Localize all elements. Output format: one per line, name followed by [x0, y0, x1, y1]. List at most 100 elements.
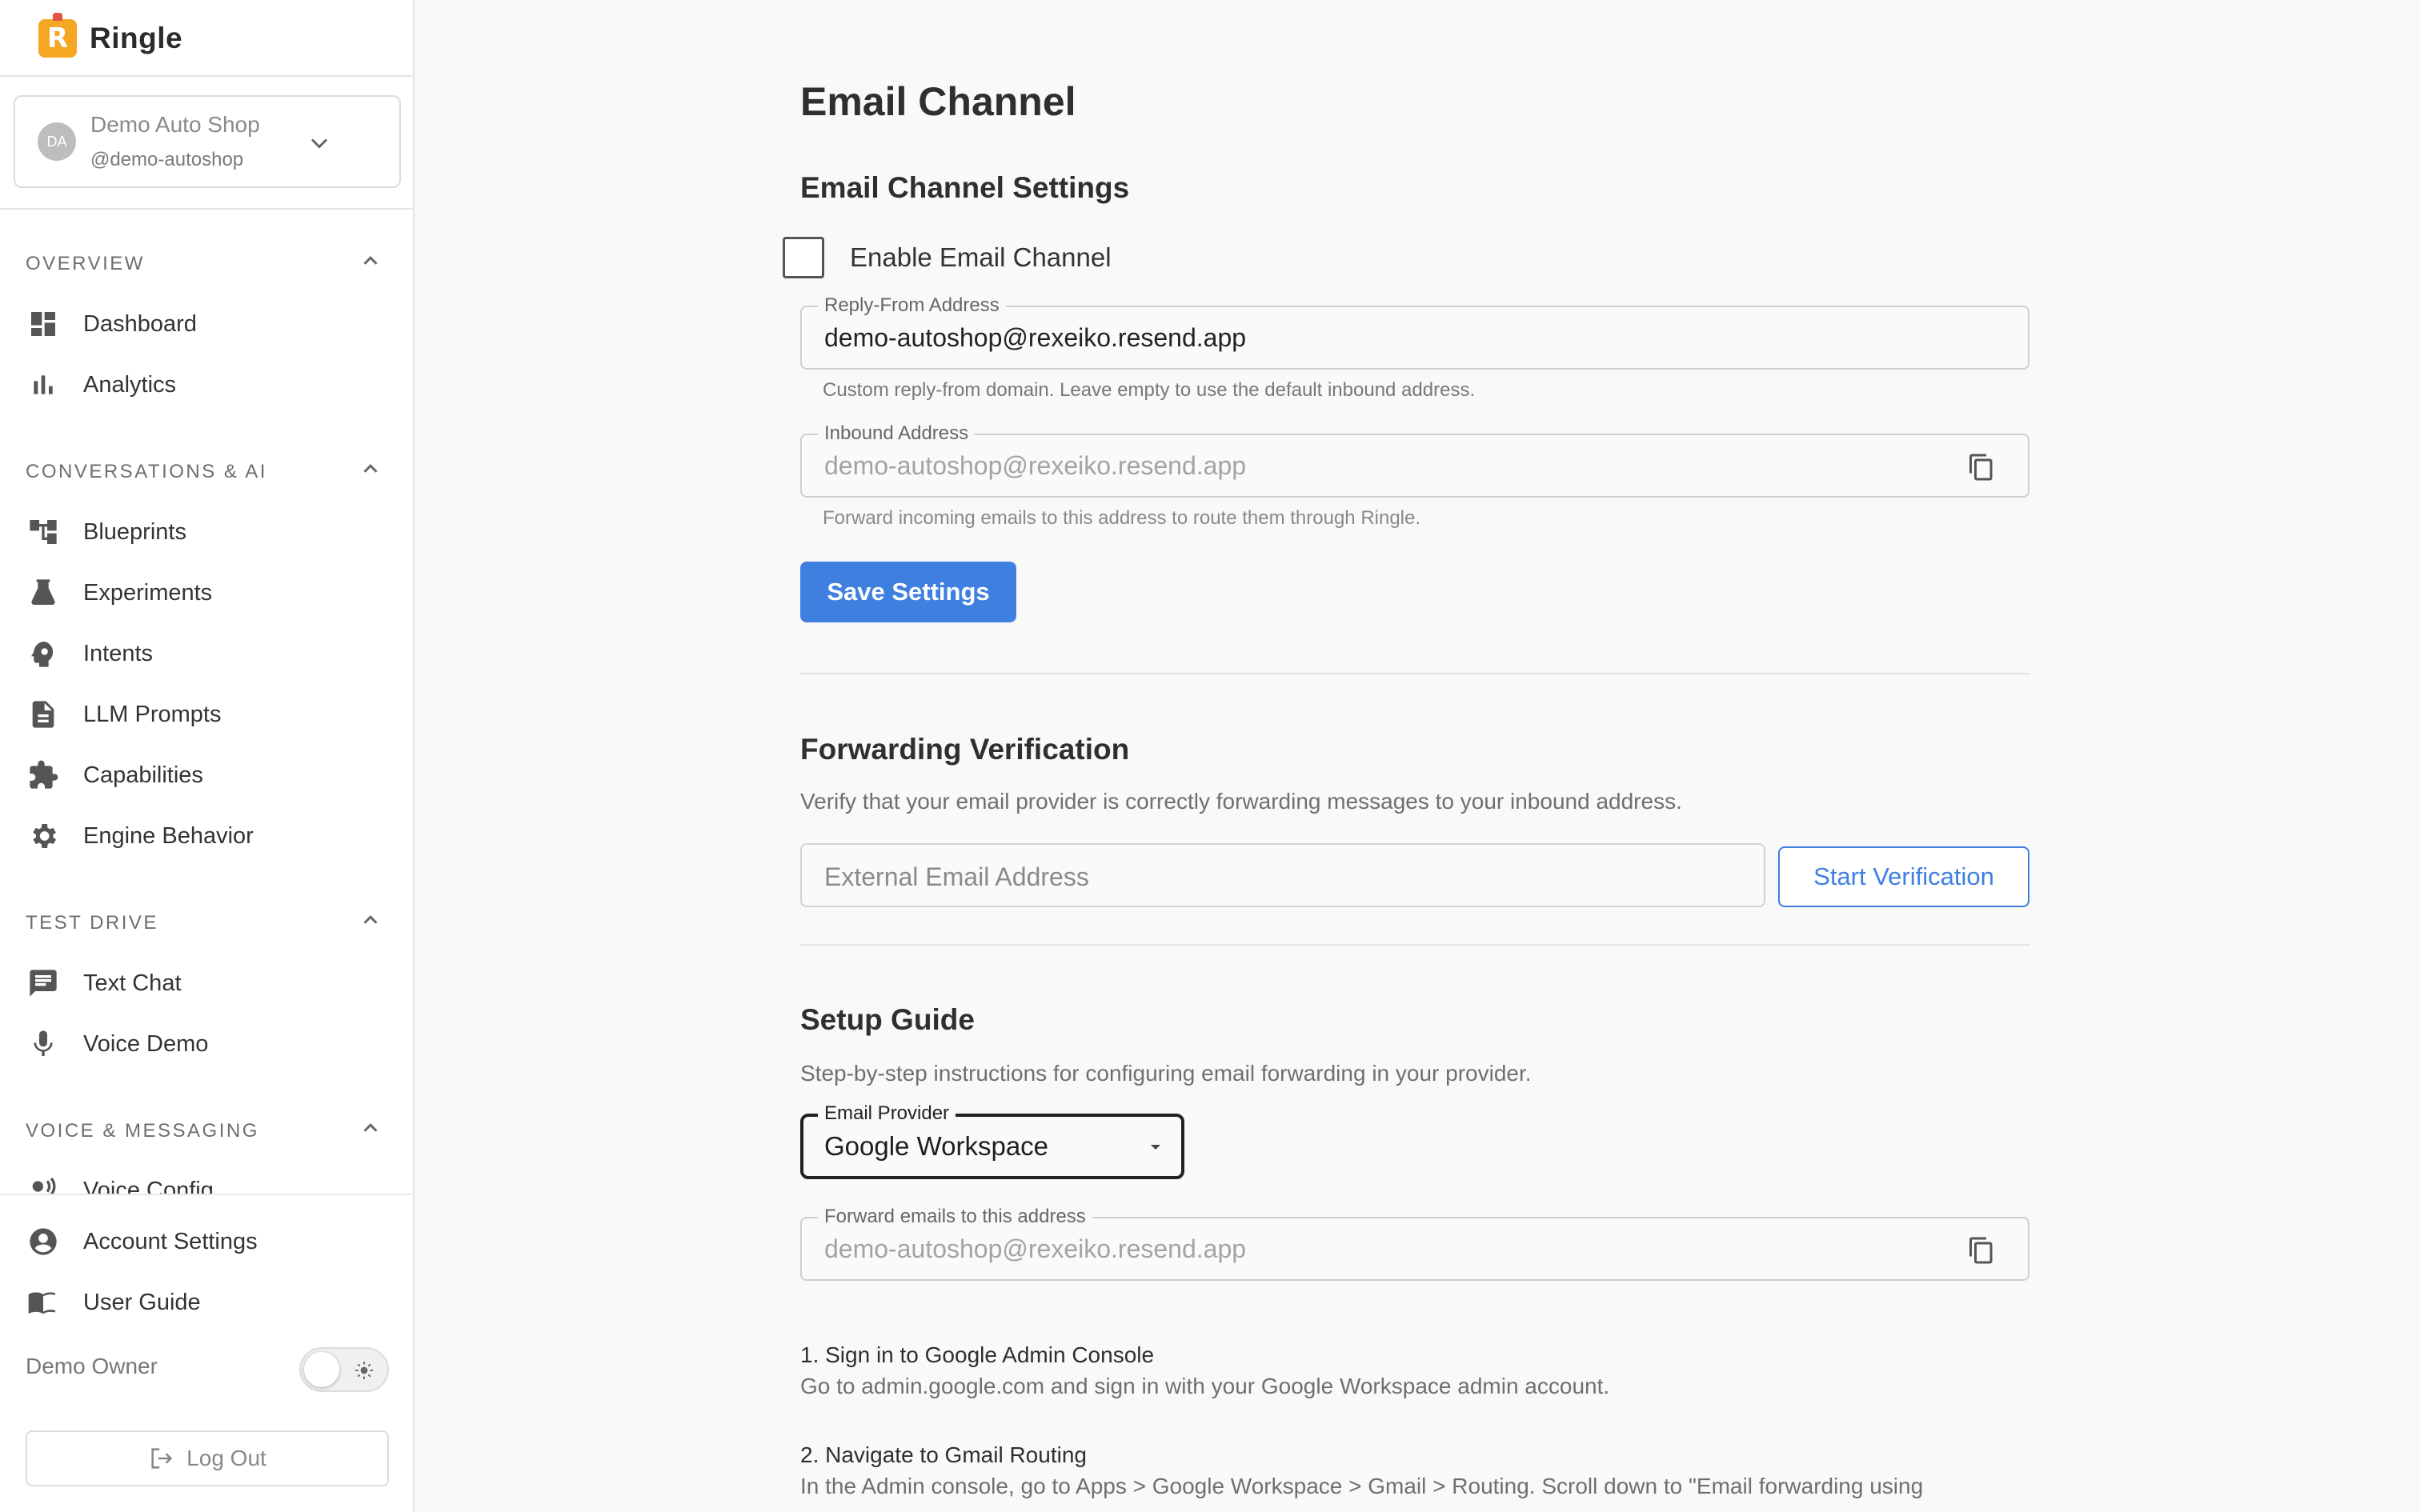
sidebar-item-llm-prompts[interactable]: LLM Prompts [26, 694, 394, 735]
chevron-up-icon[interactable] [359, 457, 383, 481]
forward-address-value: demo-autoshop@rexeiko.resend.app [824, 1234, 1247, 1263]
sidebar-item-experiments[interactable]: Experiments [26, 572, 394, 614]
sun-icon [355, 1362, 373, 1379]
chevron-up-icon[interactable] [359, 249, 383, 273]
account-switcher[interactable]: DA Demo Auto Shop @demo-autoshop [14, 95, 401, 188]
reply-from-field[interactable]: Reply-From Address demo-autoshop@rexeiko… [800, 294, 2029, 370]
sidebar-item-blueprints[interactable]: Blueprints [26, 511, 394, 553]
enable-email-label: Enable Email Channel [850, 242, 1112, 272]
dropdown-caret-icon [1151, 1145, 1160, 1150]
account-handle: @demo-autoshop [90, 149, 244, 170]
section-voice-messaging: VOICE & MESSAGING [26, 1120, 259, 1142]
step-title: 2. Navigate to Gmail Routing [800, 1442, 1087, 1467]
gear-icon [26, 818, 61, 854]
app-name: Ringle [90, 22, 183, 54]
external-email-input[interactable]: External Email Address [800, 843, 1765, 907]
section-conversations: CONVERSATIONS & AI [26, 461, 267, 482]
flask-icon [26, 575, 61, 610]
sidebar-item-engine-behavior[interactable]: Engine Behavior [26, 815, 394, 857]
settings-section-title: Email Channel Settings [800, 171, 1130, 204]
chevron-up-icon[interactable] [359, 1116, 383, 1140]
chevron-down-icon [311, 138, 328, 149]
sidebar-item-analytics[interactable]: Analytics [26, 364, 394, 406]
microphone-icon [26, 1026, 61, 1062]
sidebar-item-text-chat[interactable]: Text Chat [26, 962, 394, 1004]
sidebar-item-capabilities[interactable]: Capabilities [26, 754, 394, 796]
toggle-knob [304, 1352, 339, 1387]
reply-from-value[interactable]: demo-autoshop@rexeiko.resend.app [824, 323, 1246, 353]
sidebar-item-label: Experiments [83, 579, 213, 606]
section-test-drive: TEST DRIVE [26, 912, 158, 934]
sidebar-item-voice-demo[interactable]: Voice Demo [26, 1023, 394, 1065]
logout-button[interactable]: Log Out [26, 1430, 389, 1486]
logout-label: Log Out [186, 1446, 266, 1470]
sidebar-item-label: Intents [83, 640, 154, 666]
dashboard-icon [26, 306, 61, 342]
sidebar-scroll-clip: Voice Config [0, 1165, 413, 1194]
email-provider-label: Email Provider [818, 1102, 956, 1125]
sidebar-item-dashboard[interactable]: Dashboard [26, 303, 394, 345]
setup-guide-description: Step-by-step instructions for configurin… [800, 1061, 1532, 1086]
ringle-logo-icon: R [38, 13, 77, 58]
enable-email-checkbox[interactable] [783, 237, 824, 278]
inbound-address-value: demo-autoshop@rexeiko.resend.app [824, 451, 1247, 480]
divider [0, 1194, 415, 1195]
sidebar-item-voice-config[interactable]: Voice Config [26, 1170, 394, 1194]
sidebar-item-label: Dashboard [83, 310, 197, 337]
divider [800, 673, 2029, 674]
external-email-placeholder: External Email Address [824, 862, 1089, 891]
inbound-address-label: Inbound Address [818, 422, 976, 445]
save-settings-button[interactable]: Save Settings [800, 562, 1016, 622]
step-body: Go to admin.google.com and sign in with … [800, 1374, 1610, 1398]
sidebar-item-label: Text Chat [83, 970, 182, 996]
head-gear-icon [26, 636, 61, 671]
chat-icon [26, 966, 61, 1001]
step-body: In the Admin console, go to Apps > Googl… [800, 1474, 1924, 1498]
account-settings-link[interactable]: Account Settings [26, 1221, 394, 1262]
sidebar-item-label: Blueprints [83, 518, 186, 545]
enable-email-channel-row[interactable]: Enable Email Channel [783, 237, 1112, 278]
account-settings-label: Account Settings [83, 1228, 258, 1254]
divider [0, 208, 415, 210]
sidebar-item-label: Capabilities [83, 762, 203, 788]
forward-address-field: Forward emails to this address demo-auto… [800, 1206, 2029, 1281]
theme-toggle[interactable] [299, 1347, 389, 1392]
account-name: Demo Auto Shop [90, 112, 260, 137]
chevron-up-icon[interactable] [359, 908, 383, 932]
reply-from-helper: Custom reply-from domain. Leave empty to… [823, 379, 1476, 401]
sidebar-item-label: Engine Behavior [83, 822, 254, 849]
inbound-address-helper: Forward incoming emails to this address … [823, 507, 1421, 529]
sidebar-item-label: Analytics [83, 371, 177, 398]
user-guide-link[interactable]: User Guide [26, 1282, 394, 1323]
verification-description: Verify that your email provider is corre… [800, 789, 1682, 814]
divider [0, 75, 415, 77]
sidebar-item-label: Voice Demo [83, 1030, 209, 1057]
forward-address-label: Forward emails to this address [818, 1206, 1092, 1228]
voice-icon [26, 1173, 61, 1194]
tree-icon [26, 514, 61, 550]
puzzle-icon [26, 758, 61, 793]
copy-icon[interactable] [1967, 1236, 1996, 1265]
sidebar: R Ringle DA Demo Auto Shop @demo-autosho… [0, 0, 415, 1512]
verification-section-title: Forwarding Verification [800, 733, 1130, 766]
app-logo[interactable]: R Ringle [38, 13, 183, 59]
bar-chart-icon [26, 367, 61, 402]
sidebar-item-intents[interactable]: Intents [26, 633, 394, 674]
document-icon [26, 697, 61, 732]
book-icon [26, 1285, 61, 1320]
reply-from-label: Reply-From Address [818, 294, 1006, 317]
email-provider-select[interactable]: Email Provider Google Workspace [800, 1102, 1184, 1179]
sidebar-item-label: Voice Config [83, 1177, 214, 1194]
start-verification-button[interactable]: Start Verification [1778, 846, 2029, 907]
setup-guide-title: Setup Guide [800, 1003, 975, 1036]
account-circle-icon [26, 1224, 61, 1259]
sidebar-item-label: LLM Prompts [83, 701, 222, 727]
divider [800, 944, 2029, 946]
copy-icon[interactable] [1967, 453, 1996, 482]
user-name: Demo Owner [26, 1354, 158, 1378]
section-overview: OVERVIEW [26, 253, 145, 274]
avatar: DA [38, 122, 76, 161]
step-title: 1. Sign in to Google Admin Console [800, 1342, 1155, 1367]
page-title: Email Channel [800, 79, 1076, 124]
email-provider-value: Google Workspace [824, 1131, 1049, 1161]
